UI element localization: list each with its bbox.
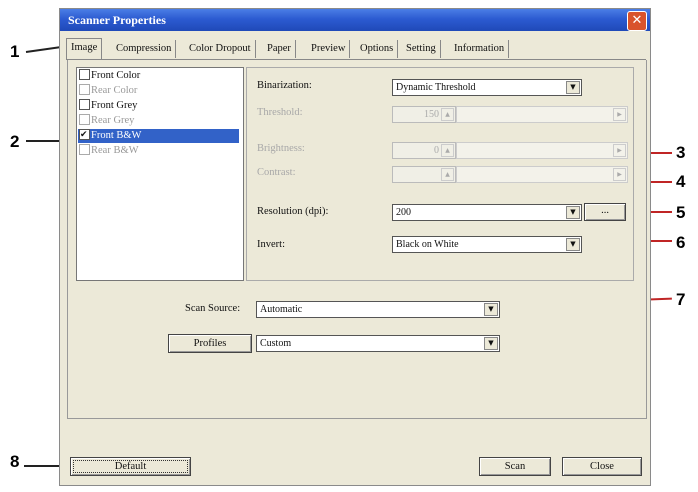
invert-dropdown[interactable]: Black on White ▼ (392, 236, 582, 253)
callout-1: 1 (10, 42, 20, 61)
profiles-dropdown[interactable]: Custom ▼ (256, 335, 500, 352)
brightness-spinner[interactable]: 0 ▲ (392, 142, 456, 159)
callout-7: 7 (676, 290, 686, 309)
callout-3: 3 (676, 143, 686, 162)
list-item-front-bw[interactable]: ✔ Front B&W (78, 129, 239, 143)
checkbox[interactable] (79, 99, 90, 111)
chevron-down-icon[interactable]: ▼ (566, 81, 580, 94)
list-item-rear-grey[interactable]: Rear Grey (79, 114, 239, 128)
callout-4: 4 (676, 172, 686, 191)
callout-2: 2 (10, 132, 20, 151)
spin-arrows-icon[interactable]: ▲ (441, 168, 454, 181)
title-bar[interactable]: Scanner Properties ✕ (60, 9, 650, 31)
contrast-label: Contrast: (257, 167, 296, 178)
brightness-slider[interactable]: ▶ (456, 142, 628, 159)
slider-arrow-icon[interactable]: ▶ (613, 168, 626, 181)
threshold-label: Threshold: (257, 107, 303, 118)
slider-arrow-icon[interactable]: ▶ (613, 108, 626, 121)
close-icon[interactable]: ✕ (627, 11, 647, 31)
scan-source-label: Scan Source: (185, 303, 241, 314)
resolution-value: 200 (396, 207, 411, 218)
chevron-down-icon[interactable]: ▼ (484, 303, 498, 316)
tab-image[interactable]: Image (66, 38, 103, 60)
invert-label: Invert: (257, 239, 285, 250)
callout-5: 5 (676, 203, 686, 222)
resolution-more-button[interactable]: ... (584, 203, 626, 221)
list-item-label: Front Color (91, 70, 141, 81)
tab-preview[interactable]: Preview (307, 40, 351, 58)
spin-arrows-icon[interactable]: ▲ (441, 108, 454, 121)
tab-compression[interactable]: Compression (112, 40, 177, 58)
check-icon: ✔ (80, 129, 88, 140)
chevron-down-icon[interactable]: ▼ (484, 337, 498, 350)
contrast-spinner[interactable]: ▲ (392, 166, 456, 183)
scan-button[interactable]: Scan (479, 457, 551, 476)
scanner-properties-dialog: Scanner Properties ✕ Image Compression C… (59, 8, 651, 486)
list-item-label: Front B&W (91, 130, 142, 141)
checkbox[interactable] (79, 144, 90, 156)
resolution-label: Resolution (dpi): (257, 206, 329, 217)
list-item-front-color[interactable]: Front Color (79, 69, 239, 83)
callout-8: 8 (10, 452, 20, 471)
tab-setting[interactable]: Setting (402, 40, 441, 58)
threshold-spinner[interactable]: 150 ▲ (392, 106, 456, 123)
scan-source-value: Automatic (260, 304, 303, 315)
window-title: Scanner Properties (68, 13, 166, 27)
tab-color-dropout[interactable]: Color Dropout (185, 40, 256, 58)
close-button[interactable]: Close (562, 457, 642, 476)
profiles-value: Custom (260, 338, 292, 349)
threshold-value: 150 (424, 109, 439, 120)
checkbox[interactable] (79, 69, 90, 81)
checkbox[interactable] (79, 114, 90, 126)
list-item-label: Rear B&W (91, 145, 139, 156)
list-item-label: Rear Grey (91, 115, 135, 126)
brightness-value: 0 (434, 145, 439, 156)
checkbox-checked[interactable]: ✔ (79, 129, 90, 141)
resolution-dropdown[interactable]: 200 ▼ (392, 204, 582, 221)
list-item-label: Front Grey (91, 100, 138, 111)
list-item-label: Rear Color (91, 85, 138, 96)
spin-arrows-icon[interactable]: ▲ (441, 144, 454, 157)
tab-options[interactable]: Options (356, 40, 399, 58)
callout-6: 6 (676, 233, 686, 252)
default-button[interactable]: Default (70, 457, 191, 476)
list-item-rear-color[interactable]: Rear Color (79, 84, 239, 98)
chevron-down-icon[interactable]: ▼ (566, 206, 580, 219)
list-item-front-grey[interactable]: Front Grey (79, 99, 239, 113)
slider-arrow-icon[interactable]: ▶ (613, 144, 626, 157)
list-item-rear-bw[interactable]: Rear B&W (79, 144, 239, 158)
threshold-slider[interactable]: ▶ (456, 106, 628, 123)
tab-paper[interactable]: Paper (263, 40, 296, 58)
checkbox[interactable] (79, 84, 90, 96)
contrast-slider[interactable]: ▶ (456, 166, 628, 183)
binarization-value: Dynamic Threshold (396, 82, 476, 93)
invert-value: Black on White (396, 239, 459, 250)
image-type-list[interactable]: Front Color Rear Color Front Grey Rear G… (76, 67, 244, 281)
tab-information[interactable]: Information (450, 40, 510, 58)
scan-source-dropdown[interactable]: Automatic ▼ (256, 301, 500, 318)
brightness-label: Brightness: (257, 143, 305, 154)
binarization-label: Binarization: (257, 80, 312, 91)
chevron-down-icon[interactable]: ▼ (566, 238, 580, 251)
profiles-button[interactable]: Profiles (168, 334, 252, 353)
binarization-dropdown[interactable]: Dynamic Threshold ▼ (392, 79, 582, 96)
